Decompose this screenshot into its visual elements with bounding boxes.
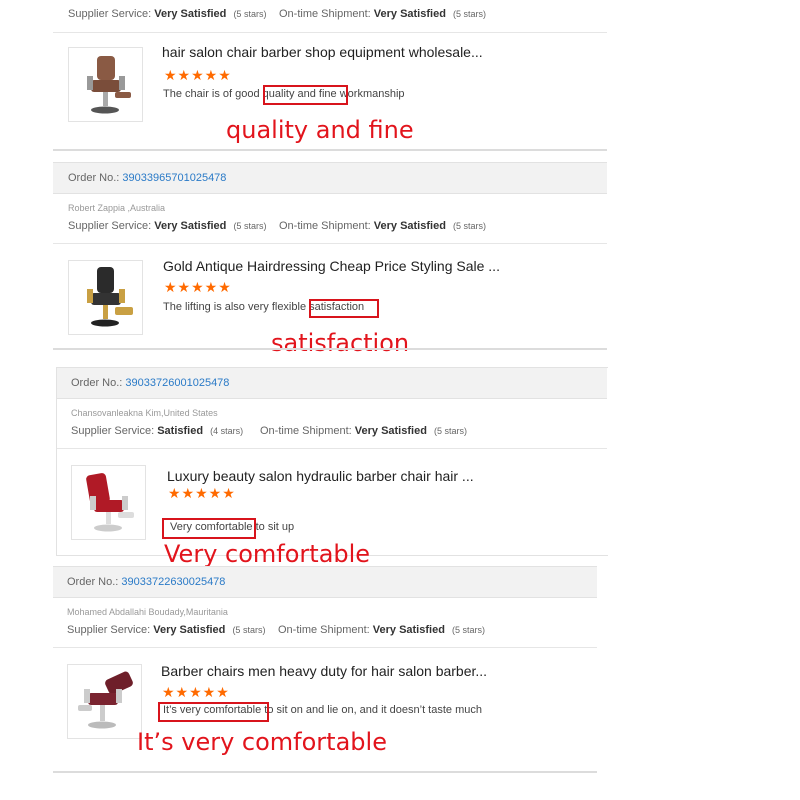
shipment-rating: On-time Shipment: Very Satisfied (5 star…: [279, 8, 486, 20]
divider: [53, 32, 607, 33]
product-image[interactable]: [71, 465, 146, 540]
shipment-rating: On-time Shipment: Very Satisfied (5 star…: [260, 425, 467, 437]
product-title-link[interactable]: Luxury beauty salon hydraulic barber cha…: [167, 468, 474, 484]
star-rating: ★★★★★: [164, 279, 232, 295]
shipment-rating: On-time Shipment: Very Satisfied (5 star…: [279, 220, 486, 232]
supplier-service-stars: (5 stars): [233, 9, 267, 19]
order-number-row: Order No.: 39033726001025478: [71, 377, 229, 389]
star-rating: ★★★★★: [162, 684, 230, 700]
review-text-part: The chair is of good: [163, 88, 263, 100]
supplier-service-stars: (4 stars): [210, 426, 244, 436]
callout-text: Very comfortable: [164, 540, 371, 568]
buyer-name: Chansovanleakna Kim,United States: [71, 408, 218, 418]
shipment-label: On-time Shipment:: [279, 220, 371, 232]
review-text-part: to sit up: [252, 521, 295, 533]
shipment-label: On-time Shipment:: [279, 8, 371, 20]
shipment-stars: (5 stars): [452, 9, 486, 19]
shipment-rating: On-time Shipment: Very Satisfied (5 star…: [278, 624, 485, 636]
supplier-service-stars: (5 stars): [233, 221, 267, 231]
shipment-label: On-time Shipment:: [278, 624, 370, 636]
order-number-row: Order No.: 39033965701025478: [68, 172, 226, 184]
supplier-service-rating: Supplier Service: Very Satisfied (5 star…: [68, 220, 266, 232]
shipment-value: Very Satisfied: [354, 425, 427, 437]
highlight-box: [263, 85, 348, 105]
divider: [53, 149, 607, 151]
burgundy-barber-chair-icon: [78, 671, 133, 729]
order-number-link[interactable]: 39033965701025478: [122, 172, 226, 184]
callout-text: It’s very comfortable: [137, 728, 387, 756]
star-rating: ★★★★★: [164, 67, 232, 83]
divider: [53, 348, 607, 350]
order-label: Order No.:: [67, 576, 119, 588]
highlight-box: [162, 518, 256, 539]
buyer-name: Mohamed Abdallahi Boudady,Mauritania: [67, 607, 228, 617]
product-image[interactable]: [68, 47, 143, 122]
supplier-service-value: Very Satisfied: [153, 624, 226, 636]
supplier-service-rating: Supplier Service: Very Satisfied (5 star…: [68, 8, 266, 20]
divider: [57, 448, 607, 449]
highlight-box: [158, 702, 269, 722]
product-title-link[interactable]: Barber chairs men heavy duty for hair sa…: [161, 663, 487, 679]
supplier-service-value: Satisfied: [157, 425, 204, 437]
shipment-value: Very Satisfied: [373, 220, 446, 232]
divider: [53, 243, 607, 244]
product-image[interactable]: [68, 260, 143, 335]
shipment-label: On-time Shipment:: [260, 425, 352, 437]
supplier-service-rating: Supplier Service: Satisfied (4 stars): [71, 425, 243, 437]
order-number-link[interactable]: 39033726001025478: [125, 377, 229, 389]
shipment-value: Very Satisfied: [372, 624, 445, 636]
brown-barber-chair-icon: [87, 56, 131, 114]
supplier-service-stars: (5 stars): [232, 625, 266, 635]
order-number-row: Order No.: 39033722630025478: [67, 576, 225, 588]
order-label: Order No.:: [71, 377, 123, 389]
red-barber-chair-icon: [86, 473, 134, 532]
supplier-service-rating: Supplier Service: Very Satisfied (5 star…: [67, 624, 265, 636]
product-image[interactable]: [67, 664, 142, 739]
callout-text: quality and fine: [226, 116, 414, 144]
shipment-stars: (5 stars): [451, 625, 485, 635]
order-number-link[interactable]: 39033722630025478: [121, 576, 225, 588]
supplier-service-label: Supplier Service:: [68, 220, 152, 232]
product-title-link[interactable]: Gold Antique Hairdressing Cheap Price St…: [163, 258, 500, 274]
product-title-link[interactable]: hair salon chair barber shop equipment w…: [162, 44, 483, 60]
shipment-stars: (5 stars): [452, 221, 486, 231]
shipment-stars: (5 stars): [433, 426, 467, 436]
star-rating: ★★★★★: [168, 485, 236, 501]
divider: [53, 647, 597, 648]
highlight-box: [309, 299, 379, 318]
order-label: Order No.:: [68, 172, 120, 184]
supplier-service-label: Supplier Service:: [67, 624, 151, 636]
buyer-name: Robert Zappia ,Australia: [68, 203, 166, 213]
divider: [53, 771, 597, 773]
review-text-part: The lifting is also very flexible: [163, 301, 310, 313]
supplier-service-value: Very Satisfied: [154, 220, 227, 232]
supplier-service-label: Supplier Service:: [68, 8, 152, 20]
review-text-part: to sit on and lie on, and it doesn’t tas…: [261, 704, 482, 716]
callout-text: satisfaction: [271, 329, 410, 357]
supplier-service-label: Supplier Service:: [71, 425, 155, 437]
gold-barber-chair-icon: [87, 267, 133, 327]
supplier-service-value: Very Satisfied: [154, 8, 227, 20]
shipment-value: Very Satisfied: [373, 8, 446, 20]
